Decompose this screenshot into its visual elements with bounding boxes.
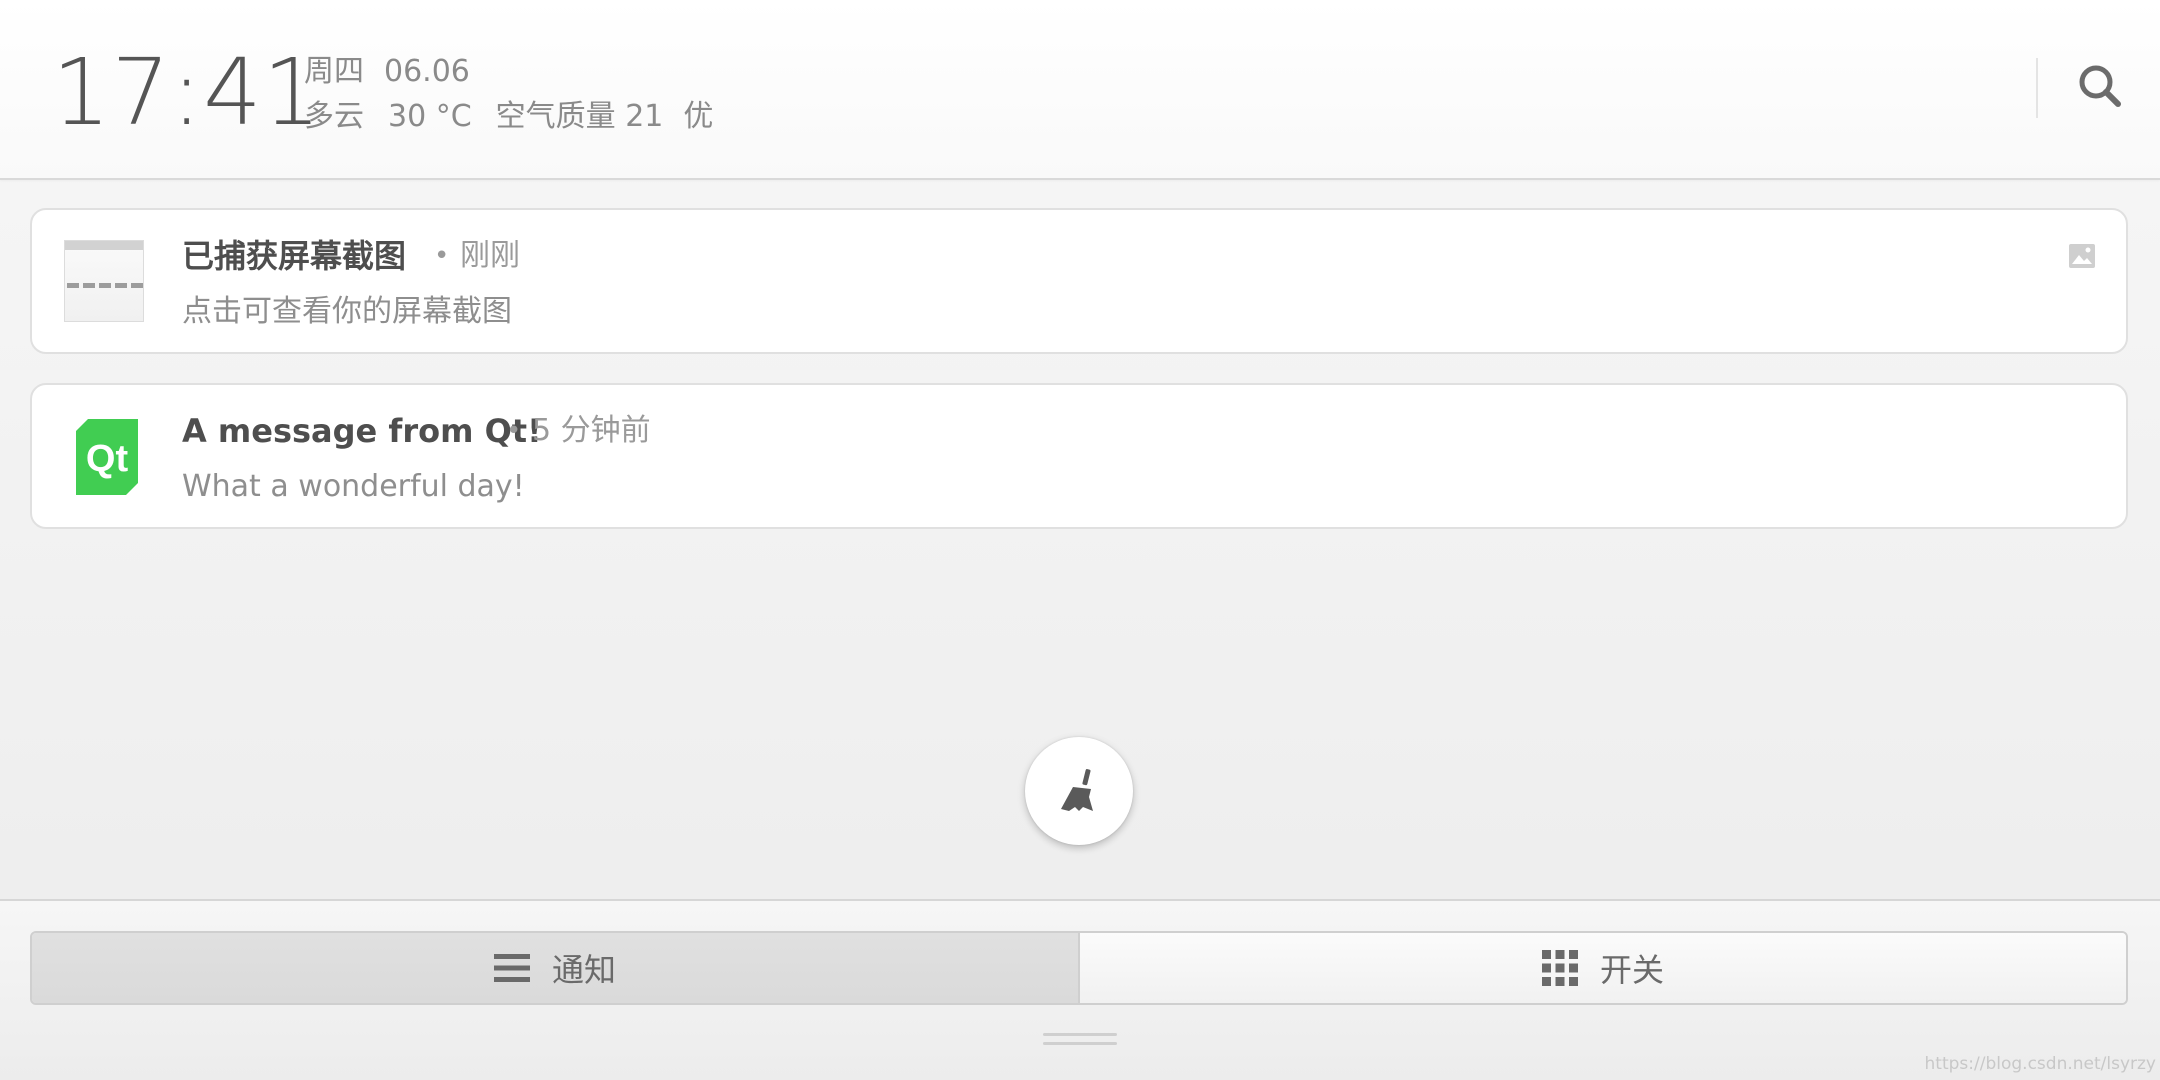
search-icon [2079,65,2121,107]
qt-logo-icon: Qt [76,419,138,495]
notification-separator: • [506,416,522,446]
notification-time: 5 分钟前 [532,413,651,448]
tab-group: 通知 开关 [30,931,2128,1005]
air-quality-label: 空气质量 21 [495,99,664,134]
search-button[interactable] [2076,62,2124,110]
notification-shade: 17:41 周四 06.06 多云 30 °C 空气质量 21 优 已捕获屏幕截图 • … [0,0,2160,1080]
broom-icon [1061,769,1093,811]
bottom-tab-bar: 通知 开关 [0,899,2160,1080]
qt-logo-text: Qt [86,438,129,480]
notification-separator: • [434,241,450,271]
notification-card-qt[interactable]: Qt A message from Qt! • 5 分钟前 What a won… [30,383,2128,529]
notification-card-screenshot[interactable]: 已捕获屏幕截图 • 刚刚 点击可查看你的屏幕截图 [30,208,2128,354]
notification-body: What a wonderful day! [182,469,525,504]
air-quality-level: 优 [683,99,714,134]
header-divider [2036,58,2038,118]
screenshot-thumbnail [64,240,144,322]
temperature-label: 30 °C [388,99,472,134]
image-icon [2069,244,2095,268]
date-line: 周四 06.06 [304,52,490,92]
tab-notifications[interactable]: 通知 [32,933,1078,1003]
date-label: 06.06 [384,54,470,89]
watermark: https://blog.csdn.net/lsyrzy [1924,1054,2156,1074]
tab-switches-label: 开关 [1599,951,1664,989]
tab-notifications-label: 通知 [551,951,616,989]
grid-icon [1541,950,1578,986]
notification-time: 刚刚 [460,238,520,273]
clear-all-button[interactable] [1025,737,1133,845]
notification-title: A message from Qt! [182,412,542,450]
tab-switches[interactable]: 开关 [1078,933,2126,1003]
notification-title: 已捕获屏幕截图 [182,237,407,275]
list-icon [493,954,530,982]
clock-time: 17:41 [52,39,323,146]
weekday-label: 周四 [304,54,364,89]
status-header: 17:41 周四 06.06 多云 30 °C 空气质量 21 优 [0,0,2160,180]
weather-line: 多云 30 °C 空气质量 21 优 [304,97,733,137]
notification-body: 点击可查看你的屏幕截图 [182,294,512,329]
drag-handle[interactable] [1043,1033,1117,1055]
weather-condition: 多云 [304,99,364,134]
